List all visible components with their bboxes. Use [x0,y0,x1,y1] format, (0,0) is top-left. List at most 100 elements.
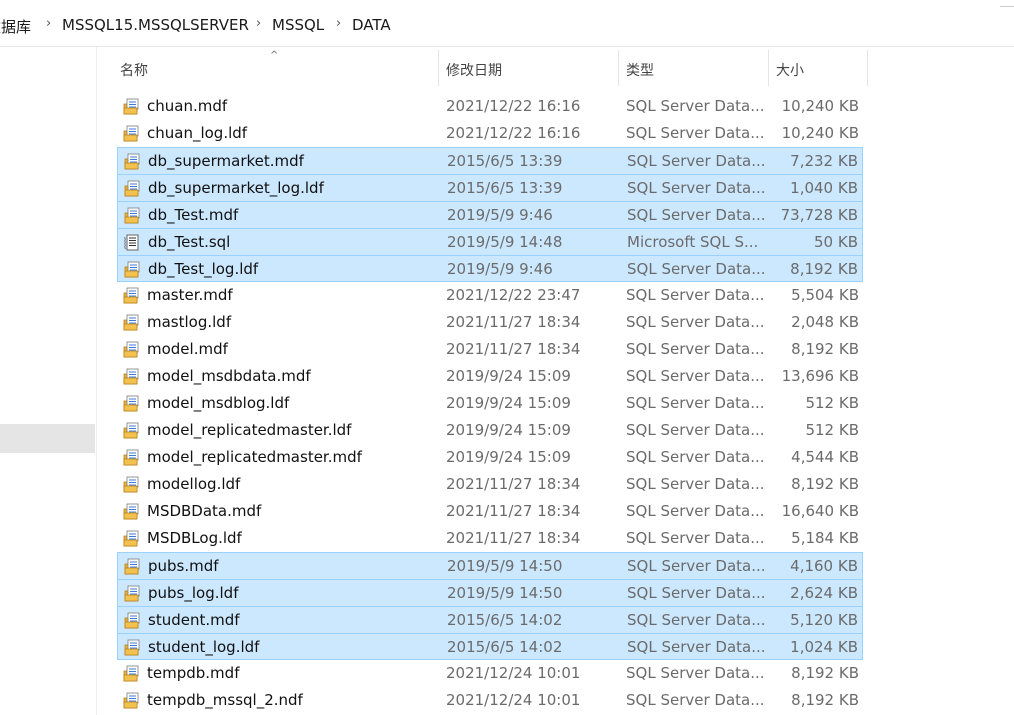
navigation-pane-selected-item[interactable] [0,424,95,453]
file-size: 2,048 KB [791,313,859,331]
file-row[interactable]: db_supermarket_log.ldf 2015/6/5 13:39 SQL … [117,174,863,201]
database-file-icon [124,558,141,575]
file-row[interactable]: pubs_log.ldf 2019/5/9 14:50 SQL Server Dat… [117,579,863,606]
file-type: SQL Server Data... [626,529,765,547]
file-size: 10,240 KB [781,124,859,142]
file-row[interactable]: modellog.ldf 2021/11/27 18:34 SQL Server D… [117,471,863,498]
breadcrumb-item-database[interactable]: 数据库 [0,16,31,37]
file-type: SQL Server Data... [626,502,765,520]
file-name: db_supermarket_log.ldf [148,179,324,197]
column-header-type[interactable]: 类型 [626,60,654,80]
database-file-icon [124,153,141,170]
column-divider[interactable] [867,50,868,86]
file-size: 8,192 KB [791,475,859,493]
database-file-icon [123,665,140,682]
file-name: mastlog.ldf [147,313,232,331]
file-name: db_Test.sql [148,233,231,251]
file-type: SQL Server Data... [627,611,766,629]
file-row[interactable]: MSDBData.mdf 2021/11/27 18:34 SQL Server D… [117,498,863,525]
file-row[interactable]: tempdb.mdf 2021/12/24 10:01 SQL Server Dat… [117,660,863,687]
file-name: chuan.mdf [147,97,228,115]
breadcrumb-item-instance[interactable]: MSSQL15.MSSQLSERVER [62,16,249,34]
file-row[interactable]: model_replicatedmaster.ldf 2019/9/24 15:0… [117,417,863,444]
pane-divider[interactable] [96,47,97,715]
file-size: 5,184 KB [791,529,859,547]
file-name: tempdb.mdf [147,664,240,682]
column-header-size[interactable]: 大小 [776,60,804,80]
file-row[interactable]: db_Test_log.ldf 2019/5/9 9:46 SQL Server D… [117,255,863,282]
file-row[interactable]: db_supermarket.mdf 2015/6/5 13:39 SQL Serv… [117,147,863,174]
file-row[interactable]: model_replicatedmaster.mdf 2019/9/24 15:0… [117,444,863,471]
file-name: MSDBLog.ldf [147,529,242,547]
file-row[interactable]: mastlog.ldf 2021/11/27 18:34 SQL Server Da… [117,309,863,336]
file-row[interactable]: db_Test.sql 2019/5/9 14:48 Microsoft SQL S… [117,228,863,255]
column-header-name[interactable]: 名称 [120,60,148,80]
database-file-icon [123,287,140,304]
file-name: MSDBData.mdf [147,502,262,520]
file-type: SQL Server Data... [627,260,766,278]
database-file-icon [123,503,140,520]
file-size: 8,192 KB [791,664,859,682]
database-file-icon [123,368,140,385]
file-size: 2,624 KB [790,584,858,602]
file-name: pubs.mdf [148,557,219,575]
breadcrumb-separator-icon[interactable]: › [336,16,341,31]
file-type: SQL Server Data... [626,367,765,385]
file-size: 16,640 KB [781,502,859,520]
file-row[interactable]: master.mdf 2021/12/22 23:47 SQL Server Dat… [117,282,863,309]
file-type: SQL Server Data... [626,124,765,142]
file-row[interactable]: student_log.ldf 2015/6/5 14:02 SQL Server … [117,633,863,660]
database-file-icon [123,125,140,142]
breadcrumb-separator-icon[interactable]: › [46,16,51,31]
file-name: modellog.ldf [147,475,241,493]
file-date-modified: 2019/5/9 9:46 [447,206,553,224]
database-file-icon [124,585,141,602]
file-row[interactable]: model_msdbdata.mdf 2019/9/24 15:09 SQL Ser… [117,363,863,390]
file-row[interactable]: model.mdf 2021/11/27 18:34 SQL Server Data… [117,336,863,363]
file-name: model_msdblog.ldf [147,394,290,412]
column-divider[interactable] [618,50,619,86]
file-row[interactable]: tempdb_mssql_2.ndf 2021/12/24 10:01 SQL Se… [117,687,863,714]
file-name: student_log.ldf [148,638,260,656]
file-type: SQL Server Data... [627,206,766,224]
file-row[interactable]: chuan.mdf 2021/12/22 16:16 SQL Server Data… [117,93,863,120]
file-date-modified: 2021/12/24 10:01 [446,691,581,709]
file-row[interactable]: model_msdblog.ldf 2019/9/24 15:09 SQL Serv… [117,390,863,417]
database-file-icon [124,612,141,629]
file-date-modified: 2019/5/9 14:50 [447,584,563,602]
column-divider[interactable] [438,50,439,86]
column-header-date[interactable]: 修改日期 [446,60,502,80]
breadcrumb-item-mssql[interactable]: MSSQL [272,16,324,34]
file-type: SQL Server Data... [626,286,765,304]
file-size: 7,232 KB [790,152,858,170]
file-row[interactable]: student.mdf 2015/6/5 14:02 SQL Server Data… [117,606,863,633]
file-type: SQL Server Data... [627,638,766,656]
file-size: 73,728 KB [780,206,858,224]
navigation-pane[interactable] [0,47,95,715]
address-bar[interactable]: 数据库 › MSSQL15.MSSQLSERVER › MSSQL › DATA [0,0,1014,47]
file-size: 5,504 KB [791,286,859,304]
file-size: 1,024 KB [790,638,858,656]
file-size: 5,120 KB [790,611,858,629]
file-name: pubs_log.ldf [148,584,239,602]
database-file-icon [123,314,140,331]
file-type: SQL Server Data... [626,97,765,115]
file-type: SQL Server Data... [626,448,765,466]
column-divider[interactable] [768,50,769,86]
file-row[interactable]: chuan_log.ldf 2021/12/22 16:16 SQL Server … [117,120,863,147]
file-name: db_supermarket.mdf [148,152,304,170]
file-type: SQL Server Data... [627,584,766,602]
file-type: SQL Server Data... [626,313,765,331]
file-row[interactable]: pubs.mdf 2019/5/9 14:50 SQL Server Data...… [117,552,863,579]
database-file-icon [123,341,140,358]
breadcrumb-item-data[interactable]: DATA [352,16,391,34]
database-file-icon [124,207,141,224]
file-type: SQL Server Data... [626,421,765,439]
database-file-icon [123,449,140,466]
database-file-icon [123,98,140,115]
file-row[interactable]: db_Test.mdf 2019/5/9 9:46 SQL Server Data.… [117,201,863,228]
breadcrumb-separator-icon[interactable]: › [256,16,261,31]
sql-script-icon [124,234,141,251]
file-row[interactable]: MSDBLog.ldf 2021/11/27 18:34 SQL Server Da… [117,525,863,552]
file-size: 4,160 KB [790,557,858,575]
